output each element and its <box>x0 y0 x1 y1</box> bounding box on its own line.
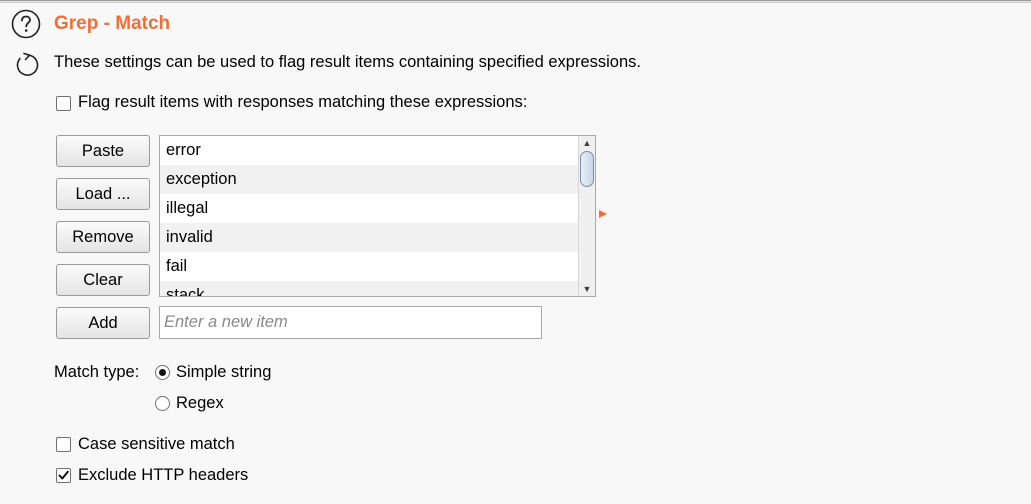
match-type-label: Match type: <box>54 363 140 381</box>
radio-selected-dot <box>159 369 166 376</box>
scroll-up-icon[interactable]: ▲ <box>579 136 595 150</box>
clear-button[interactable]: Clear <box>56 264 150 296</box>
refresh-icon[interactable] <box>13 51 41 79</box>
add-button[interactable]: Add <box>56 307 150 339</box>
list-item[interactable]: stack <box>160 281 579 296</box>
list-item[interactable]: illegal <box>160 194 579 223</box>
checkmark-icon <box>58 470 69 480</box>
remove-button[interactable]: Remove <box>56 221 150 253</box>
top-divider <box>0 0 1031 3</box>
exclude-headers-label: Exclude HTTP headers <box>78 466 249 484</box>
expression-list[interactable]: error exception illegal invalid fail sta… <box>159 135 596 297</box>
arrow-marker-icon <box>599 210 607 218</box>
paste-button[interactable]: Paste <box>56 135 150 167</box>
radio-simple-string[interactable] <box>155 365 170 380</box>
list-scrollbar[interactable]: ▲ ▼ <box>578 136 595 296</box>
exclude-headers-checkbox[interactable] <box>56 468 71 483</box>
scroll-thumb[interactable] <box>580 151 594 187</box>
flag-checkbox[interactable] <box>56 96 71 111</box>
case-sensitive-checkbox[interactable] <box>56 437 71 452</box>
case-sensitive-label: Case sensitive match <box>78 435 235 453</box>
list-item[interactable]: exception <box>160 165 579 194</box>
scroll-down-icon[interactable]: ▼ <box>579 282 595 296</box>
radio-simple-string-label: Simple string <box>176 363 272 381</box>
radio-regex-label: Regex <box>176 394 224 412</box>
section-description: These settings can be used to flag resul… <box>54 53 641 71</box>
section-title: Grep - Match <box>54 13 171 34</box>
radio-regex[interactable] <box>155 396 170 411</box>
list-item[interactable]: invalid <box>160 223 579 252</box>
flag-checkbox-label: Flag result items with responses matchin… <box>78 93 528 111</box>
new-item-input[interactable] <box>159 306 542 339</box>
load-button[interactable]: Load ... <box>56 178 150 210</box>
list-item[interactable]: error <box>160 136 579 165</box>
help-icon[interactable] <box>11 9 41 39</box>
list-item[interactable]: fail <box>160 252 579 281</box>
